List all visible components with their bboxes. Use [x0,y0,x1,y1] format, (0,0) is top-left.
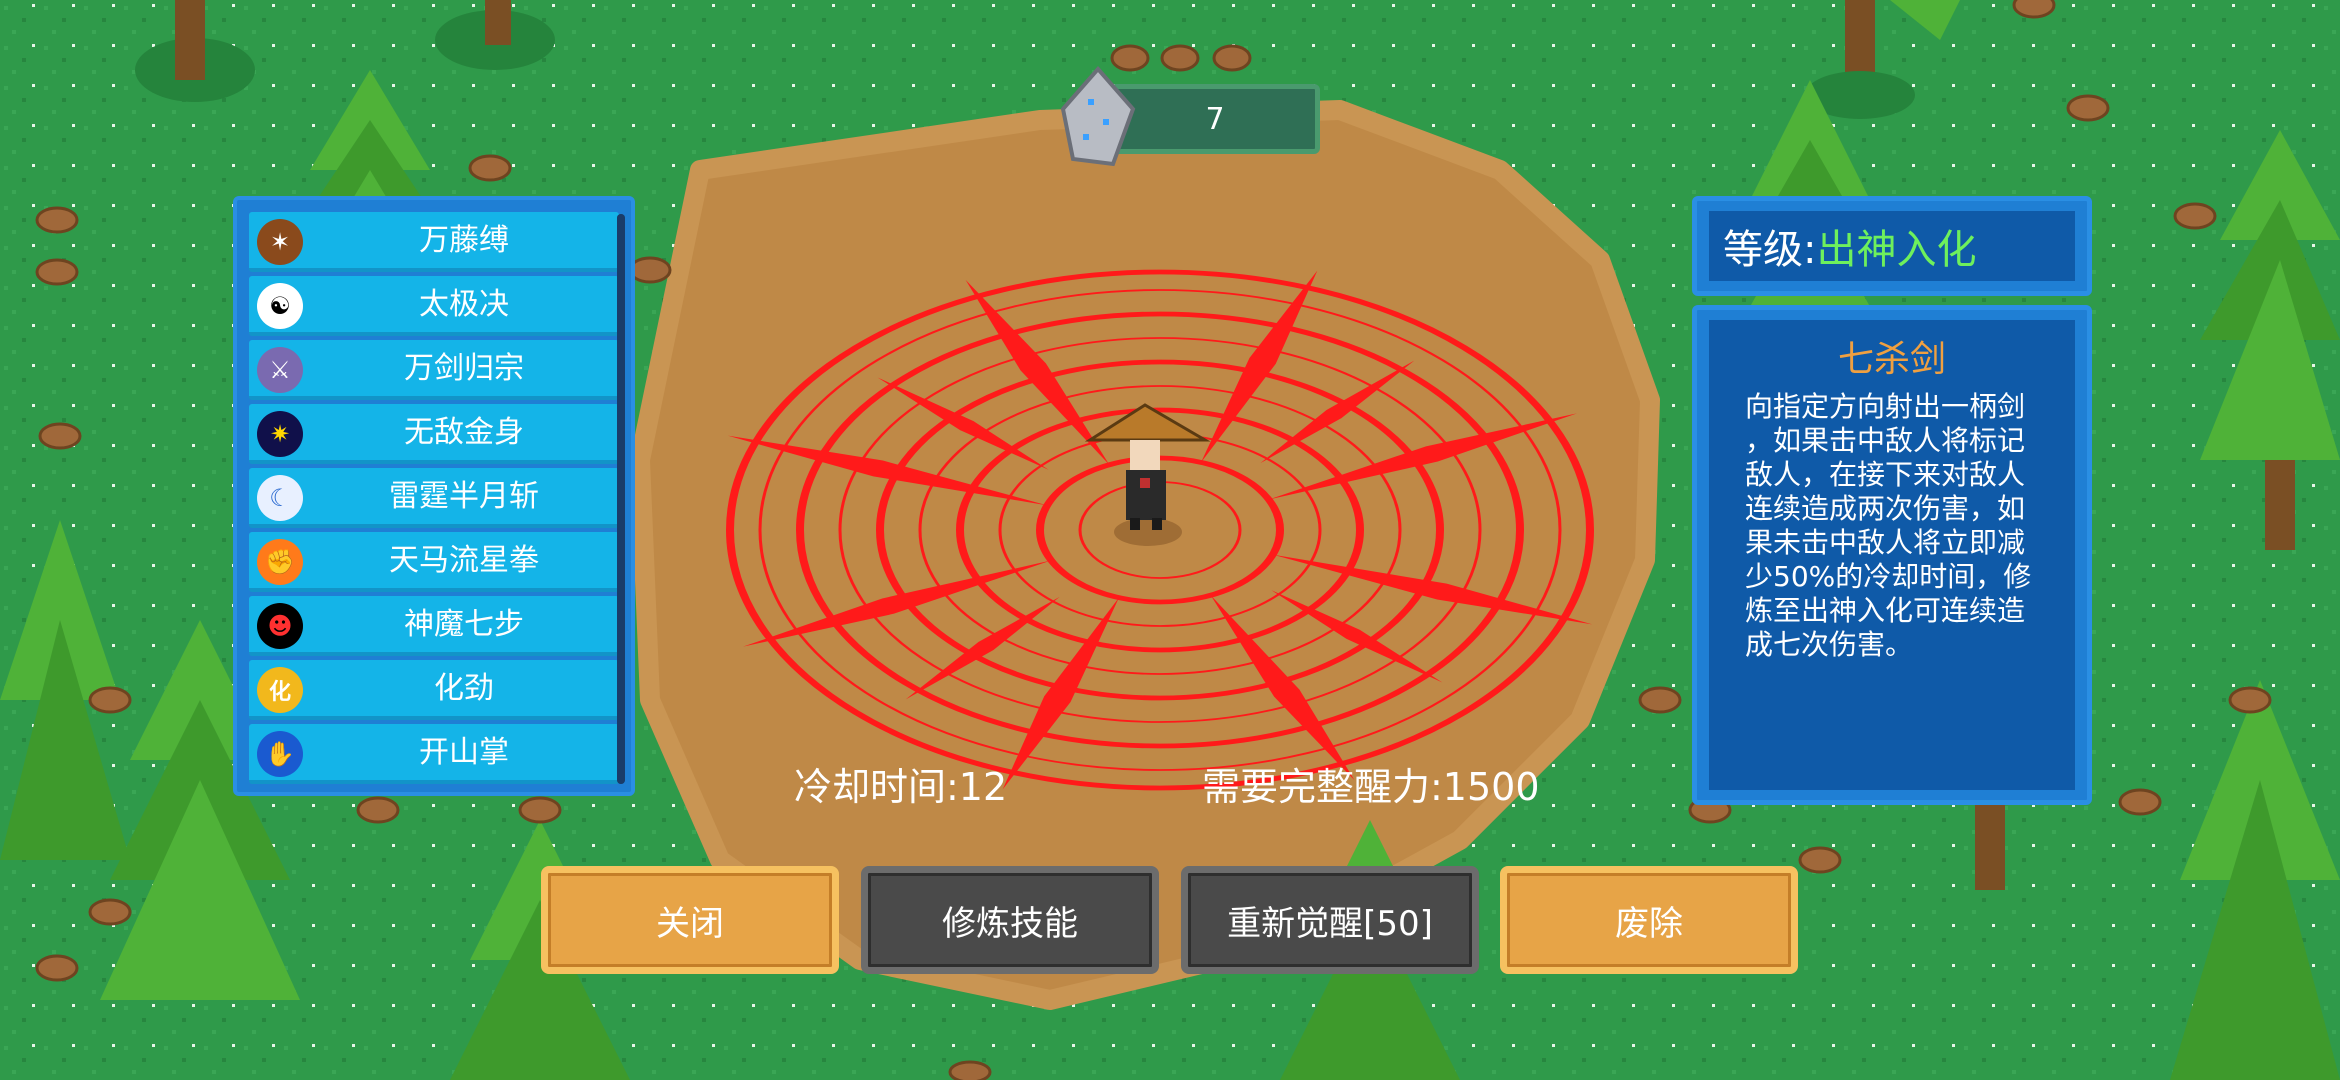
skill-label: 万藤缚 [419,223,509,258]
skill-label: 万剑归宗 [404,351,524,386]
demon-face-icon: ☻ [257,603,303,649]
gem-count: 7 [1110,84,1320,154]
close-button[interactable]: 关闭 [541,866,839,974]
mountain-palm-icon: ✋ [257,731,303,777]
skill-item-wu-di-jin-shen[interactable]: ✷ 无敌金身 [249,404,619,464]
skill-label: 无敌金身 [404,415,524,450]
level-label: 等级: [1723,227,1817,273]
crescent-slash-icon: ☾ [257,475,303,521]
skill-item-wan-jian-gui-zong[interactable]: ⚔ 万剑归宗 [249,340,619,400]
skill-item-tian-ma-liu-xing-quan[interactable]: ✊ 天马流星拳 [249,532,619,592]
skill-item-shen-mo-qi-bu[interactable]: ☻ 神魔七步 [249,596,619,656]
skill-label: 天马流星拳 [389,543,539,578]
skill-description: 向指定方向射出一柄剑 ，如果击中敌人将标记 敌人，在接下来对敌人 连续造成两次伤… [1745,390,2032,661]
skill-item-hua-jin[interactable]: 化 化劲 [249,660,619,720]
train-skill-button[interactable]: 修炼技能 [861,866,1159,974]
vine-icon: ✶ [257,219,303,265]
gem-icon [1060,65,1136,167]
level-value: 出神入化 [1816,227,1977,273]
meteor-fist-icon: ✊ [257,539,303,585]
cooldown-text: 冷却时间:12 [794,765,1008,809]
gem-counter: 7 [1058,64,1320,167]
skill-label: 雷霆半月斩 [389,479,539,514]
taiji-icon: ☯ [257,283,303,329]
skill-list: ✶ 万藤缚 ☯ 太极决 ⚔ 万剑归宗 ✷ 无敌金身 ☾ 雷霆半月斩 ✊ 天马流星… [233,196,635,796]
skill-list-scrollbar[interactable] [617,214,625,784]
skill-label: 化劲 [434,671,494,706]
skill-item-lei-ting-ban-yue-zhan[interactable]: ☾ 雷霆半月斩 [249,468,619,528]
swords-icon: ⚔ [257,347,303,393]
skill-item-tai-ji-jue[interactable]: ☯ 太极决 [249,276,619,336]
skill-label: 开山掌 [419,735,509,770]
scrollbar-thumb[interactable] [617,214,625,784]
level-panel: 等级: 出神入化 [1692,196,2092,296]
reawaken-button[interactable]: 重新觉醒[50] [1181,866,1479,974]
skill-label: 神魔七步 [404,607,524,642]
skill-item-kai-shan-zhang[interactable]: ✋ 开山掌 [249,724,619,784]
golden-body-icon: ✷ [257,411,303,457]
skill-description-panel: 七杀剑 向指定方向射出一柄剑 ，如果击中敌人将标记 敌人，在接下来对敌人 连续造… [1692,305,2092,805]
skill-item-wan-teng-fu[interactable]: ✶ 万藤缚 [249,212,619,272]
abolish-button[interactable]: 废除 [1500,866,1798,974]
skill-name: 七杀剑 [1837,339,1946,380]
skill-label: 太极决 [419,287,509,322]
hua-icon: 化 [257,667,303,713]
awaken-required-text: 需要完整醒力:1500 [1202,765,1540,809]
